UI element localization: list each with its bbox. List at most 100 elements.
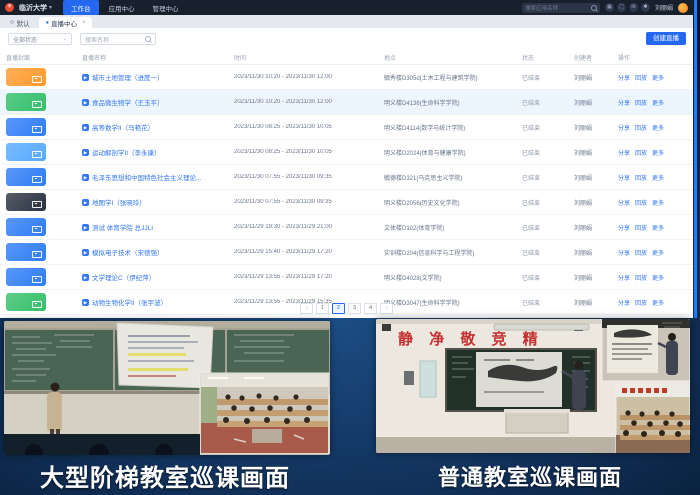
brand-name: 临沂大学	[19, 3, 47, 13]
mail-icon[interactable]: ✉	[629, 3, 638, 12]
ordinary-classroom-caption: 普通教室巡课画面	[438, 460, 622, 492]
live-location: 明义楼D2056(历史文化学院)	[384, 198, 522, 207]
caret-down-icon: ▾	[49, 4, 52, 11]
live-cover-thumbnail[interactable]	[6, 168, 46, 186]
menu-item-1[interactable]: 应用中心	[101, 0, 143, 15]
live-cover-thumbnail[interactable]	[6, 243, 46, 261]
video-icon: ▶	[82, 224, 89, 231]
op-link-2[interactable]: 更多	[652, 73, 664, 82]
op-link-1[interactable]: 回放	[635, 248, 647, 257]
live-time: 2023/11/30 07:55 - 2023/11/30 09:35	[234, 174, 384, 180]
live-cover-thumbnail[interactable]	[6, 68, 46, 86]
live-location: 实训楼D204(信息科学与工程学院)	[384, 248, 522, 257]
live-cover-thumbnail[interactable]	[6, 218, 46, 236]
fullscreen-icon[interactable]: ⛶	[617, 3, 626, 12]
table-row[interactable]: ▶地图学I（张晓玲）2023/11/30 07:55 - 2023/11/30 …	[0, 190, 693, 215]
ops-cell: 分享回放更多	[618, 173, 693, 182]
table-row[interactable]: ▶毛泽东思想和中国特色社会主义理论...2023/11/30 07:55 - 2…	[0, 165, 693, 190]
op-link-2[interactable]: 更多	[652, 98, 664, 107]
live-name-link[interactable]: 模拟电子技术（宋德强）	[92, 247, 164, 257]
op-link-2[interactable]: 更多	[652, 198, 664, 207]
name-cell: ▶食品微生物学（王玉平）	[82, 97, 234, 107]
table-row[interactable]: ▶高等数学II（马艳花）2023/11/30 08:25 - 2023/11/3…	[0, 115, 693, 140]
op-link-2[interactable]: 更多	[652, 248, 664, 257]
op-link-1[interactable]: 回放	[635, 73, 647, 82]
op-link-2[interactable]: 更多	[652, 123, 664, 132]
next-page-button[interactable]: ›	[380, 303, 393, 314]
table-row[interactable]: ▶文学理论C（伊纪萍）2023/11/29 13:55 - 2023/11/29…	[0, 265, 693, 290]
op-link-0[interactable]: 分享	[618, 248, 630, 257]
close-icon[interactable]: ×	[82, 20, 86, 26]
op-link-2[interactable]: 更多	[652, 148, 664, 157]
ordinary-classroom-camera-feed[interactable]: 静 净 敬 竞 精	[376, 319, 690, 453]
op-link-1[interactable]: 回放	[635, 273, 647, 282]
op-link-1[interactable]: 回放	[635, 123, 647, 132]
op-link-2[interactable]: 更多	[652, 273, 664, 282]
op-link-0[interactable]: 分享	[618, 273, 630, 282]
page-button-2[interactable]: 2	[332, 303, 345, 314]
tab-active-1[interactable]: ●直播中心×	[39, 17, 93, 28]
live-name-link[interactable]: 测试 体育学院 总JJLI	[92, 222, 153, 232]
name-cell: ▶文学理论C（伊纪萍）	[82, 272, 234, 282]
live-name-link[interactable]: 毛泽东思想和中国特色社会主义理论...	[92, 172, 201, 182]
lecture-hall-camera-feed[interactable]	[4, 321, 330, 455]
page-button-3[interactable]: 3	[348, 303, 361, 314]
settings-icon[interactable]: ✱	[641, 3, 650, 12]
pip-students-view	[616, 385, 690, 453]
camera-icon	[32, 151, 42, 158]
op-link-0[interactable]: 分享	[618, 223, 630, 232]
app-grid-icon[interactable]: ▦	[605, 3, 614, 12]
status-filter-select[interactable]: 全部状态 ⌄	[8, 33, 72, 45]
op-link-0[interactable]: 分享	[618, 73, 630, 82]
op-link-0[interactable]: 分享	[618, 198, 630, 207]
live-name-link[interactable]: 地图学I（张晓玲）	[92, 197, 146, 207]
menu-item-0[interactable]: 工作台	[63, 0, 99, 15]
op-link-1[interactable]: 回放	[635, 173, 647, 182]
op-link-1[interactable]: 回放	[635, 98, 647, 107]
op-link-0[interactable]: 分享	[618, 98, 630, 107]
table-row[interactable]: ▶城市土地管理（进度一）2023/11/30 10:20 - 2023/11/3…	[0, 65, 693, 90]
live-name-link[interactable]: 食品微生物学（王玉平）	[92, 97, 164, 107]
op-link-1[interactable]: 回放	[635, 223, 647, 232]
op-link-2[interactable]: 更多	[652, 173, 664, 182]
create-live-button[interactable]: 创建直播	[646, 32, 686, 45]
live-cover-thumbnail[interactable]	[6, 93, 46, 111]
page-button-1[interactable]: 1	[316, 303, 329, 314]
menu-item-2[interactable]: 管理中心	[145, 0, 187, 15]
app-search-input[interactable]: 搜索应用名称	[522, 3, 600, 13]
live-cover-thumbnail[interactable]	[6, 118, 46, 136]
op-link-0[interactable]: 分享	[618, 173, 630, 182]
brand-switcher[interactable]: 临沂大学 ▾	[19, 3, 52, 13]
table-row[interactable]: ▶食品微生物学（王玉平）2023/11/30 10:20 - 2023/11/3…	[0, 90, 693, 115]
live-name-link[interactable]: 高等数学II（马艳花）	[92, 122, 154, 132]
avatar[interactable]	[678, 3, 688, 13]
tab-0[interactable]: ⟳默认	[3, 17, 37, 28]
op-link-1[interactable]: 回放	[635, 148, 647, 157]
classroom-scene: 静 净 敬 竞 精	[376, 319, 690, 453]
name-search-placeholder: 搜索名称	[85, 35, 109, 44]
cover-cell	[6, 268, 82, 286]
live-cover-thumbnail[interactable]	[6, 268, 46, 286]
op-link-2[interactable]: 更多	[652, 223, 664, 232]
name-cell: ▶地图学I（张晓玲）	[82, 197, 234, 207]
table-row[interactable]: ▶模拟电子技术（宋德强）2023/11/29 15:40 - 2023/11/2…	[0, 240, 693, 265]
prev-page-button[interactable]: ‹	[300, 303, 313, 314]
live-name-link[interactable]: 城市土地管理（进度一）	[92, 72, 164, 82]
live-cover-thumbnail[interactable]	[6, 193, 46, 211]
table-row[interactable]: ▶测试 体育学院 总JJLI 2023/11/29 19:30 - 2023/11…	[0, 215, 693, 240]
live-name-link[interactable]: 运动解剖学II（李永康）	[92, 147, 161, 157]
camera-icon	[32, 176, 42, 183]
table-row[interactable]: ▶运动解剖学II（李永康）2023/11/30 08:25 - 2023/11/…	[0, 140, 693, 165]
name-search-input[interactable]: 搜索名称	[80, 33, 156, 45]
live-name-link[interactable]: 文学理论C（伊纪萍）	[92, 272, 155, 282]
page-button-4[interactable]: 4	[364, 303, 377, 314]
op-link-0[interactable]: 分享	[618, 148, 630, 157]
live-time: 2023/11/29 19:30 - 2023/11/29 21:00	[234, 224, 384, 230]
cover-cell	[6, 68, 82, 86]
ops-cell: 分享回放更多	[618, 123, 693, 132]
op-link-1[interactable]: 回放	[635, 198, 647, 207]
live-cover-thumbnail[interactable]	[6, 143, 46, 161]
op-link-0[interactable]: 分享	[618, 123, 630, 132]
navbar-tools: ▦⛶✉✱	[605, 3, 650, 12]
camera-icon	[32, 126, 42, 133]
